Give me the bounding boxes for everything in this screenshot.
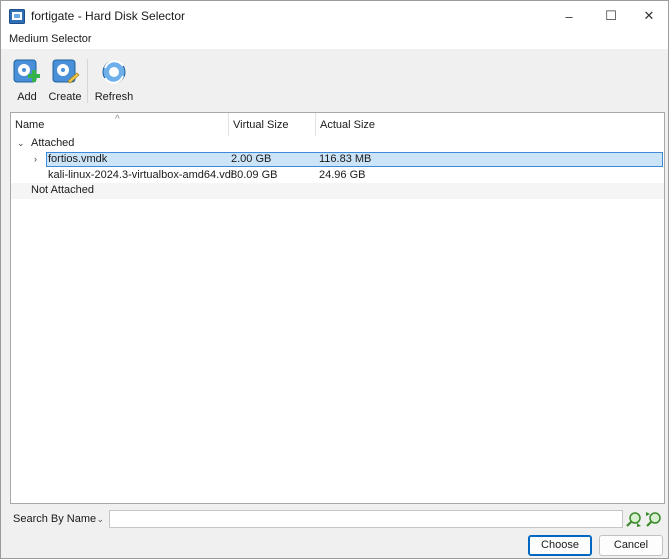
- group-label: Not Attached: [31, 184, 94, 196]
- cancel-button[interactable]: Cancel: [599, 535, 663, 556]
- choose-button[interactable]: Choose: [528, 535, 592, 556]
- disk-name: kali-linux-2024.3-virtualbox-amd64.vdi: [48, 169, 234, 181]
- tree-group-attached[interactable]: ⌄ Attached: [11, 136, 664, 152]
- column-header-virtual-size[interactable]: Virtual Size: [229, 113, 316, 136]
- find-next-icon[interactable]: [645, 511, 662, 528]
- add-label: Add: [17, 91, 37, 103]
- search-mode-label: Search By Name: [13, 513, 97, 525]
- chevron-down-icon: ⌄: [96, 514, 104, 524]
- add-disk-icon: [13, 59, 40, 83]
- disk-actual-size: 24.96 GB: [319, 169, 366, 181]
- disk-virtual-size: 2.00 GB: [231, 153, 272, 165]
- disk-name: fortios.vmdk: [48, 153, 108, 165]
- tree-row-kali[interactable]: kali-linux-2024.3-virtualbox-amd64.vdi 8…: [11, 168, 664, 184]
- find-previous-icon[interactable]: [625, 511, 642, 528]
- refresh-label: Refresh: [94, 91, 134, 103]
- create-disk-icon: [52, 59, 80, 84]
- tree-group-not-attached[interactable]: Not Attached: [11, 183, 664, 199]
- hard-disk-selector-window: fortigate - Hard Disk Selector – ☐ ✕ Med…: [0, 0, 669, 559]
- column-name-label: Name: [15, 119, 45, 131]
- create-label: Create: [48, 91, 82, 103]
- close-button[interactable]: ✕: [626, 1, 669, 31]
- create-button[interactable]: Create: [47, 57, 83, 107]
- medium-tree[interactable]: ^ Name Virtual Size Actual Size ⌄ Attach…: [10, 112, 665, 504]
- disk-actual-size: 116.83 MB: [319, 153, 372, 165]
- column-actual-size-label: Actual Size: [320, 119, 376, 131]
- add-button[interactable]: Add: [9, 57, 45, 107]
- column-virtual-size-label: Virtual Size: [233, 119, 289, 131]
- sort-ascending-icon: ^: [115, 114, 120, 125]
- chevron-down-icon[interactable]: ⌄: [17, 136, 25, 151]
- window-title: fortigate - Hard Disk Selector: [31, 9, 186, 23]
- toolbar: Add Create Refresh: [1, 49, 668, 111]
- toolbar-separator: [87, 59, 88, 103]
- tree-row-fortios[interactable]: › fortios.vmdk 2.00 GB 116.83 MB: [11, 152, 664, 168]
- chevron-right-icon[interactable]: ›: [34, 152, 37, 167]
- virtualbox-app-icon: [9, 9, 25, 24]
- column-header-actual-size[interactable]: Actual Size: [316, 113, 416, 136]
- column-header-name[interactable]: ^ Name: [11, 113, 229, 136]
- refresh-button[interactable]: Refresh: [93, 57, 135, 107]
- disk-virtual-size: 80.09 GB: [231, 169, 278, 181]
- tree-header: ^ Name Virtual Size Actual Size: [11, 113, 664, 136]
- refresh-icon: [102, 60, 126, 84]
- group-label: Attached: [31, 137, 75, 149]
- search-input[interactable]: [109, 510, 623, 528]
- medium-selector-menu[interactable]: Medium Selector: [1, 31, 668, 49]
- title-bar: fortigate - Hard Disk Selector – ☐ ✕: [1, 1, 668, 31]
- minimize-button[interactable]: –: [546, 1, 592, 31]
- search-mode-dropdown[interactable]: Search By Name ⌄: [10, 510, 108, 529]
